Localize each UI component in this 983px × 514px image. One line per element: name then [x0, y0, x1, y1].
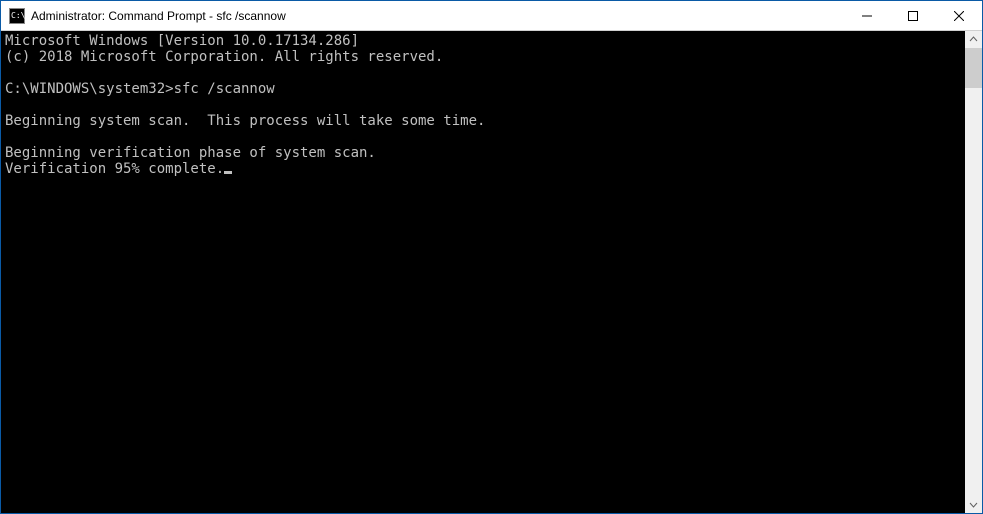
terminal-line	[5, 97, 965, 113]
title-bar[interactable]: C:\ Administrator: Command Prompt - sfc …	[1, 1, 982, 31]
window-controls	[844, 1, 982, 30]
cmd-icon: C:\	[9, 8, 25, 24]
scroll-down-button[interactable]	[965, 496, 982, 513]
window-title: Administrator: Command Prompt - sfc /sca…	[31, 9, 844, 23]
terminal-line: C:\WINDOWS\system32>sfc /scannow	[5, 81, 965, 97]
svg-text:C:\: C:\	[11, 11, 25, 20]
client-area: Microsoft Windows [Version 10.0.17134.28…	[1, 31, 982, 513]
scroll-thumb[interactable]	[965, 48, 982, 88]
terminal-output[interactable]: Microsoft Windows [Version 10.0.17134.28…	[1, 31, 965, 513]
terminal-line	[5, 129, 965, 145]
maximize-button[interactable]	[890, 1, 936, 30]
terminal-line: Verification 95% complete.	[5, 161, 965, 177]
vertical-scrollbar[interactable]	[965, 31, 982, 513]
terminal-line: Microsoft Windows [Version 10.0.17134.28…	[5, 33, 965, 49]
terminal-line: Beginning system scan. This process will…	[5, 113, 965, 129]
cursor	[224, 171, 232, 174]
scroll-track[interactable]	[965, 48, 982, 496]
terminal-line: (c) 2018 Microsoft Corporation. All righ…	[5, 49, 965, 65]
close-button[interactable]	[936, 1, 982, 30]
minimize-button[interactable]	[844, 1, 890, 30]
scroll-up-button[interactable]	[965, 31, 982, 48]
terminal-line: Beginning verification phase of system s…	[5, 145, 965, 161]
terminal-line	[5, 65, 965, 81]
